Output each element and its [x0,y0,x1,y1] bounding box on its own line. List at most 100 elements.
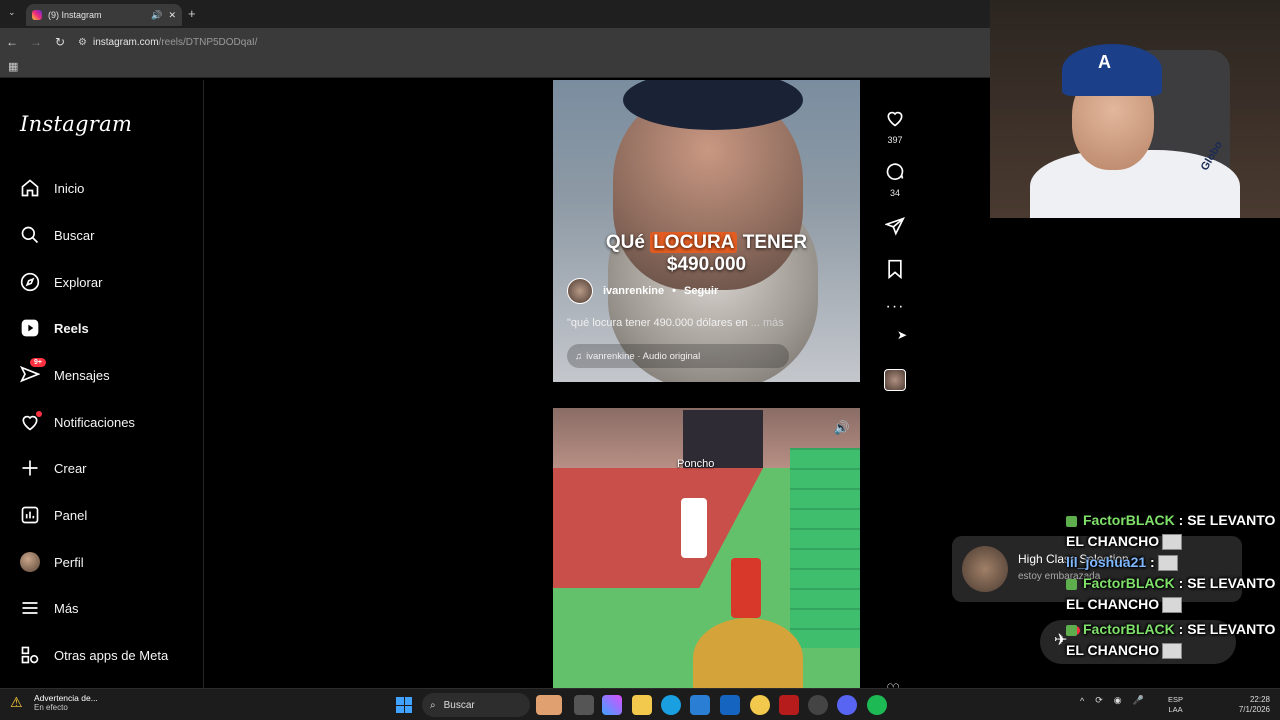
like-button[interactable]: 397 [876,108,914,145]
taskbar-app-widget[interactable] [536,695,562,715]
sidebar-item-label: Más [54,600,79,616]
sidebar-item-label: Buscar [54,227,95,243]
reel-caption: "qué locura tener 490.000 dólares en ...… [567,317,784,329]
sidebar-item-mensajes[interactable]: 9+ Mensajes [20,358,110,387]
app-icon[interactable] [779,695,799,715]
taskbar-search[interactable]: ⌕ Buscar [422,693,530,717]
heart-icon[interactable]: ♡ [886,680,900,688]
store-icon[interactable] [690,695,710,715]
chat-emote [1157,555,1178,572]
task-view-icon[interactable] [574,695,594,715]
more-options-icon[interactable]: ··· [876,298,914,316]
follow-button[interactable]: Seguir [684,285,718,297]
sidebar-item-crear[interactable]: Crear [20,456,87,480]
separator-dot: • [672,285,676,297]
home-icon [20,178,40,198]
back-button[interactable]: ← [0,35,24,49]
search-icon: ⌕ [430,699,436,711]
avatar [962,546,1008,592]
stream-chat-overlay: FactorBLACK : SE LEVANTO EL CHANCHO lil_… [1066,510,1280,661]
comment-count: 34 [889,188,900,198]
weather-warning-widget[interactable]: ⚠ Advertencia de... En efecto [10,693,98,712]
sidebar-item-label: Panel [54,507,88,523]
obs-icon[interactable] [808,695,828,715]
mail-icon[interactable] [720,695,740,715]
comment-icon [886,163,904,180]
warning-title: Advertencia de... [34,693,98,703]
chat-line: EL CHANCHO [1066,594,1280,615]
url-site: instagram.com [92,36,159,48]
webcam-overlay: A Globo [990,0,1280,218]
apps-grid-icon[interactable]: ▦ [8,60,18,73]
file-explorer-icon[interactable] [632,695,652,715]
audio-label: ivanrenkine · Audio original [586,350,701,362]
sidebar-item-notificaciones[interactable]: Notificaciones [20,410,135,434]
reel-author: ivanrenkine • Seguir [567,278,718,304]
close-tab-icon[interactable]: ✕ [168,10,176,21]
speaker-icon[interactable]: 🔊 [151,10,162,21]
sidebar-item-perfil[interactable]: Perfil [20,550,84,574]
network-icon[interactable]: ◉ [1114,695,1122,706]
reload-button[interactable]: ↻ [48,35,72,49]
address-bar-row: ← → ↻ ⚙ instagram.com /reels/DTNP5DODqaI… [0,28,990,56]
discord-icon[interactable] [837,695,857,715]
warning-subtitle: En efecto [34,703,68,712]
chat-line: EL CHANCHO [1066,640,1280,661]
author-avatar[interactable] [567,278,593,304]
instagram-logo[interactable]: Instagram [20,112,132,136]
author-username[interactable]: ivanrenkine [603,285,664,297]
spotify-icon[interactable] [867,695,887,715]
language-indicator[interactable]: ESP LAA [1168,695,1183,715]
chat-emote [1162,534,1183,551]
sidebar-item-mas[interactable]: Más [20,596,79,620]
sidebar-item-panel[interactable]: Panel [20,503,87,527]
avatar [20,552,40,572]
caption-more-link[interactable]: ... más [751,317,784,329]
browser-tab[interactable]: (9) Instagram 🔊 ✕ [26,4,182,26]
audio-thumbnail[interactable] [884,369,906,391]
sidebar-item-otras-apps[interactable]: Otras apps de Meta [20,643,168,667]
player-label: Poncho [677,458,715,470]
copilot-icon[interactable] [602,695,622,715]
sidebar-item-label: Explorar [54,274,103,290]
game-character-hair [693,618,803,688]
chat-line: FactorBLACK : SE LEVANTO [1066,619,1280,640]
sync-icon[interactable]: ⟳ [1095,695,1103,706]
edge-icon[interactable] [661,695,681,715]
share-icon [884,217,905,236]
heart-icon [20,411,42,432]
chevron-up-icon[interactable]: ^ [1080,696,1084,706]
sidebar-item-buscar[interactable]: Buscar [20,223,94,247]
sidebar-item-label: Perfil [54,554,84,570]
sidebar-item-explorar[interactable]: Explorar [20,270,102,294]
chat-emote [1162,597,1183,614]
sidebar-item-inicio[interactable]: Inicio [20,176,84,200]
bookmark-icon [888,259,902,280]
microphone-icon[interactable]: 🎤 [1133,695,1144,706]
reel-video[interactable]: QUé LOCURA TENER $490.000 ivanrenkine • … [553,80,860,382]
reels-feed: QUé LOCURA TENER $490.000 ivanrenkine • … [205,80,990,688]
bookmarks-bar: ▦ [0,56,990,78]
tab-title: (9) Instagram [48,10,102,20]
new-tab-button[interactable]: + [188,6,196,21]
comment-button[interactable]: 34 [876,161,914,198]
game-character-2 [731,558,761,618]
url-field[interactable]: ⚙ instagram.com /reels/DTNP5DODqaI/ [78,31,990,53]
start-button[interactable] [396,697,412,713]
forward-button[interactable]: → [24,35,48,49]
save-button[interactable] [876,259,914,284]
volume-icon[interactable]: 🔊 [834,420,850,436]
clock[interactable]: 22:28 7/1/2026 [1230,695,1270,715]
sidebar-item-reels[interactable]: Reels [20,316,89,340]
site-info-icon[interactable]: ⚙ [78,37,87,48]
sidebar-item-label: Mensajes [54,367,110,383]
share-button[interactable] [876,216,914,241]
windows-taskbar: ⚠ Advertencia de... En efecto ⌕ Buscar ^… [0,688,1280,720]
sidebar-item-label: Inicio [54,180,85,196]
cap-logo: A [1098,52,1111,72]
reel-video-next[interactable]: Poncho 🔊 [553,408,860,688]
audio-pill[interactable]: ♫ ivanrenkine · Audio original [567,344,789,368]
tab-search-chevron-icon[interactable]: ⌄ [8,7,16,18]
reel-overlay-text-2: $490.000 [666,254,747,275]
chrome-icon[interactable] [750,695,770,715]
